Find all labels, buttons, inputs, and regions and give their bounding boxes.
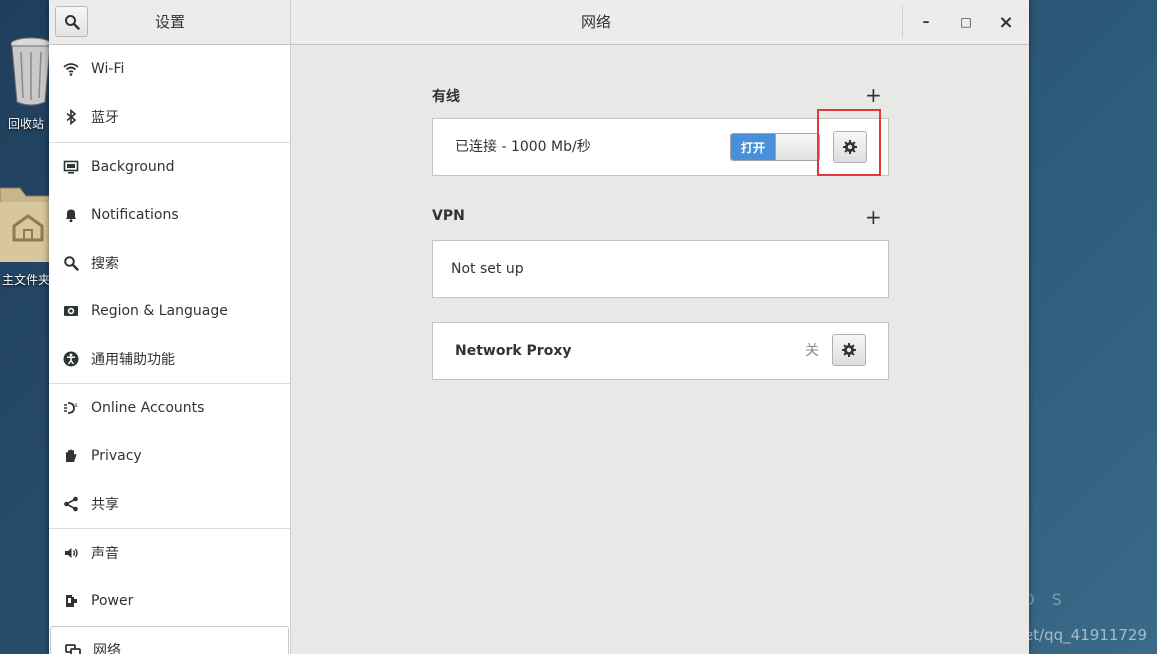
- close-button[interactable]: ×: [993, 8, 1019, 36]
- sidebar-item-bluetooth[interactable]: 蓝牙: [49, 93, 290, 141]
- network-panel: 有线 + 已连接 - 1000 Mb/秒 打开 VPN + Not set up: [292, 45, 1029, 654]
- sidebar-item-label: Privacy: [91, 448, 142, 464]
- sidebar-item-power[interactable]: Power: [49, 577, 290, 625]
- sidebar-item-privacy[interactable]: Privacy: [49, 432, 290, 480]
- trash-label: 回收站: [7, 117, 44, 131]
- sidebar-item-label: 声音: [91, 546, 119, 562]
- vpn-empty-text: Not set up: [451, 261, 524, 277]
- vpn-section-title: VPN: [432, 208, 465, 224]
- home-folder-desktop-icon[interactable]: 主文件夹: [0, 178, 53, 288]
- svg-text:s: s: [75, 402, 78, 409]
- sidebar-item-label: 共享: [91, 497, 119, 513]
- trash-icon: [10, 37, 52, 106]
- bluetooth-icon: [63, 109, 79, 125]
- sidebar-item-online-accounts[interactable]: s Online Accounts: [49, 384, 290, 432]
- share-icon: [63, 496, 79, 512]
- proxy-settings-button[interactable]: [832, 334, 866, 366]
- sidebar-item-label: Background: [91, 159, 175, 175]
- sidebar-item-label: Wi-Fi: [91, 61, 125, 77]
- sidebar-item-region-language[interactable]: Region & Language: [49, 287, 290, 335]
- home-folder-label: 主文件夹: [1, 273, 50, 287]
- add-vpn-button[interactable]: +: [865, 207, 882, 227]
- sidebar-item-sharing[interactable]: 共享: [49, 480, 290, 528]
- sidebar-item-label: 网络: [93, 643, 121, 654]
- power-icon: [63, 593, 79, 609]
- wifi-icon: [63, 61, 79, 77]
- close-icon: ×: [998, 11, 1014, 33]
- toggle-on-label: 打开: [731, 134, 775, 160]
- titlebar-divider: [902, 6, 903, 38]
- online-accounts-icon: s: [63, 400, 79, 416]
- network-icon: [65, 642, 81, 654]
- sidebar-item-accessibility[interactable]: 通用辅助功能: [49, 335, 290, 383]
- sidebar-item-background[interactable]: Background: [49, 143, 290, 191]
- add-wired-button[interactable]: +: [865, 85, 882, 105]
- home-folder-icon: [0, 187, 53, 263]
- search-icon: [64, 14, 80, 30]
- sidebar-item-label: Region & Language: [91, 303, 228, 319]
- wired-status: 已连接 - 1000 Mb/秒: [455, 139, 591, 155]
- proxy-status: 关: [805, 343, 819, 359]
- network-proxy-label: Network Proxy: [455, 343, 572, 359]
- titlebar-sidebar-section: 设置: [49, 0, 291, 44]
- sidebar-item-wifi[interactable]: Wi-Fi: [49, 45, 290, 93]
- vpn-row: Not set up: [432, 240, 889, 298]
- sidebar-item-label: Notifications: [91, 207, 179, 223]
- sidebar-item-search[interactable]: 搜索: [49, 239, 290, 287]
- titlebar: 设置 网络 – □ ×: [49, 0, 1029, 45]
- gear-icon: [842, 343, 856, 357]
- trash-desktop-icon[interactable]: 回收站: [0, 36, 52, 132]
- background-icon: [63, 159, 79, 175]
- speaker-icon: [63, 545, 79, 561]
- search-button[interactable]: [55, 6, 88, 37]
- sidebar-item-notifications[interactable]: Notifications: [49, 191, 290, 239]
- network-proxy-row[interactable]: Network Proxy 关: [432, 322, 889, 380]
- sidebar-item-label: 通用辅助功能: [91, 352, 175, 368]
- sidebar-item-label: Power: [91, 593, 134, 609]
- maximize-icon: □: [960, 15, 972, 29]
- sidebar-item-label: 搜索: [91, 256, 119, 272]
- sidebar-item-label: Online Accounts: [91, 400, 205, 416]
- highlight-box: [817, 109, 881, 176]
- sidebar: Wi-Fi 蓝牙 Background Notifications 搜索 Reg…: [49, 45, 291, 654]
- sidebar-item-sound[interactable]: 声音: [49, 529, 290, 577]
- search-icon: [63, 255, 79, 271]
- toggle-knob: [775, 134, 819, 160]
- region-icon: [63, 303, 79, 319]
- hand-icon: [63, 448, 79, 464]
- wired-section-title: 有线: [432, 89, 460, 105]
- wired-toggle-switch[interactable]: 打开: [730, 133, 820, 161]
- settings-window: 设置 网络 – □ × Wi-Fi 蓝牙 Background Notifica…: [49, 0, 1029, 654]
- minimize-button[interactable]: –: [913, 8, 939, 36]
- page-title: 网络: [580, 13, 611, 31]
- minimize-icon: –: [922, 14, 930, 30]
- sidebar-item-label: 蓝牙: [91, 110, 119, 126]
- bell-icon: [63, 207, 79, 223]
- sidebar-item-network[interactable]: 网络: [50, 626, 289, 654]
- maximize-button[interactable]: □: [953, 8, 979, 36]
- accessibility-icon: [63, 351, 79, 367]
